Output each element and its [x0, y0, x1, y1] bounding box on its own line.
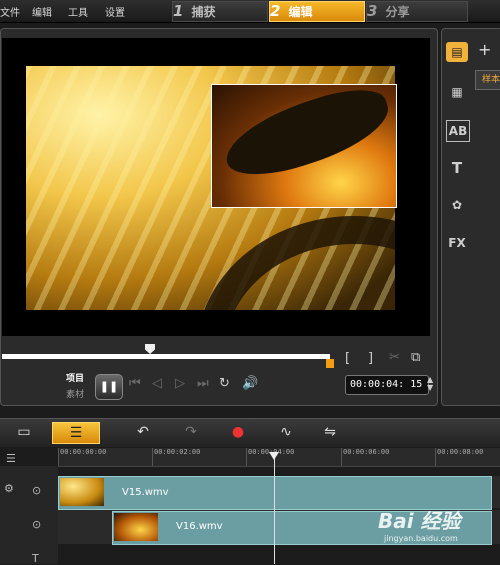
text-icon[interactable]: T [446, 158, 468, 178]
ruler-tick [435, 448, 436, 466]
previous-frame-icon[interactable]: ◁ [152, 376, 162, 391]
record-icon[interactable]: ● [226, 422, 250, 442]
redo-icon[interactable]: ↷ [180, 422, 202, 442]
clip-name: V15.wmv [122, 487, 169, 498]
clip-thumbnail [60, 478, 104, 506]
track-manager-icon[interactable]: ☰ [6, 452, 16, 465]
library-sample-dropdown[interactable]: 样本 [475, 70, 500, 90]
menu-edit[interactable]: 编辑 [32, 4, 52, 19]
step-number: 1 [173, 2, 184, 20]
video-track-toggle-icon[interactable]: ⊙ [32, 484, 41, 497]
ruler-label: 00:00:02:00 [154, 448, 201, 456]
tab-label: 分享 [385, 5, 410, 19]
ruler-tick [152, 448, 153, 466]
watermark-url: jingyan.baidu.com [384, 534, 458, 543]
pause-icon: ❚❚ [99, 380, 119, 393]
step-number: 2 [270, 2, 281, 20]
scissors-icon[interactable]: ✂ [389, 350, 400, 365]
step-number: 3 [367, 2, 378, 20]
ruler-label: 00:00:08:00 [437, 448, 484, 456]
library-sample-label: 样本 [482, 75, 500, 85]
ruler-label: 00:00:00:00 [60, 448, 107, 456]
video-track-icon[interactable]: ⚙ [4, 482, 14, 495]
film-reel-shape [196, 216, 395, 310]
trim-end-marker[interactable] [326, 359, 334, 368]
audio-wave-icon[interactable]: ∿ [274, 422, 298, 442]
tab-capture[interactable]: 1 捕获 [172, 1, 268, 22]
scrubber-track[interactable] [2, 354, 330, 359]
graphic-icon[interactable]: ✿ [446, 195, 468, 215]
undo-icon[interactable]: ↶ [132, 422, 154, 442]
go-to-end-icon[interactable]: ⏭ [197, 376, 209, 391]
ruler-label: 00:00:06:00 [343, 448, 390, 456]
tab-label: 捕获 [191, 5, 216, 19]
pause-button[interactable]: ❚❚ [95, 374, 123, 400]
mix-icon[interactable]: ⇋ [318, 422, 342, 442]
overlay-track-toggle-icon[interactable]: ⊙ [32, 518, 41, 531]
fx-icon[interactable]: FX [446, 233, 468, 253]
tab-edit[interactable]: 2 编辑 [269, 1, 365, 22]
title-track-toggle-icon[interactable]: T [32, 552, 39, 565]
timeline-view-button[interactable]: ☰ [52, 422, 100, 444]
transition-icon[interactable]: ▦ [446, 82, 468, 102]
ruler-tick [58, 448, 59, 466]
clip-name: V16.wmv [176, 521, 223, 532]
title-ab-icon[interactable]: AB [446, 120, 470, 142]
tab-share[interactable]: 3 分享 [366, 1, 468, 22]
track-header-column [0, 466, 58, 564]
menu-settings[interactable]: 设置 [105, 4, 125, 19]
enlarge-icon[interactable]: ⧉ [411, 350, 420, 365]
storyboard-view-button[interactable]: ▭ [12, 422, 36, 442]
menu-tools[interactable]: 工具 [68, 4, 88, 19]
mode-project[interactable]: 项目 [66, 371, 84, 384]
film-strip-shape [216, 85, 396, 188]
mode-clip[interactable]: 素材 [66, 387, 84, 400]
timecode-display[interactable]: 00:00:04: 15 [345, 375, 429, 395]
tab-label: 编辑 [288, 5, 313, 19]
preview-overlay-video[interactable] [211, 84, 397, 208]
timecode-value: 00:00:04: 15 [350, 379, 423, 390]
add-button[interactable]: + [478, 40, 491, 59]
mark-in-button[interactable]: [ [345, 351, 350, 366]
go-to-start-icon[interactable]: ⏮ [129, 376, 141, 391]
menu-file[interactable]: 文件 [0, 4, 20, 19]
watermark-logo: Bai 经验 [378, 509, 461, 533]
media-icon[interactable]: ▤ [446, 42, 468, 62]
timecode-spinner-icon[interactable]: ▲ ▼ [427, 376, 433, 392]
volume-icon[interactable]: 🔊 [242, 376, 258, 391]
ruler-tick [246, 448, 247, 466]
clip-thumbnail [114, 513, 158, 541]
timeline-playhead[interactable] [274, 452, 275, 564]
mark-out-button[interactable]: ] [368, 351, 373, 366]
repeat-icon[interactable]: ↻ [219, 376, 230, 391]
next-frame-icon[interactable]: ▷ [175, 376, 185, 391]
ruler-tick [341, 448, 342, 466]
